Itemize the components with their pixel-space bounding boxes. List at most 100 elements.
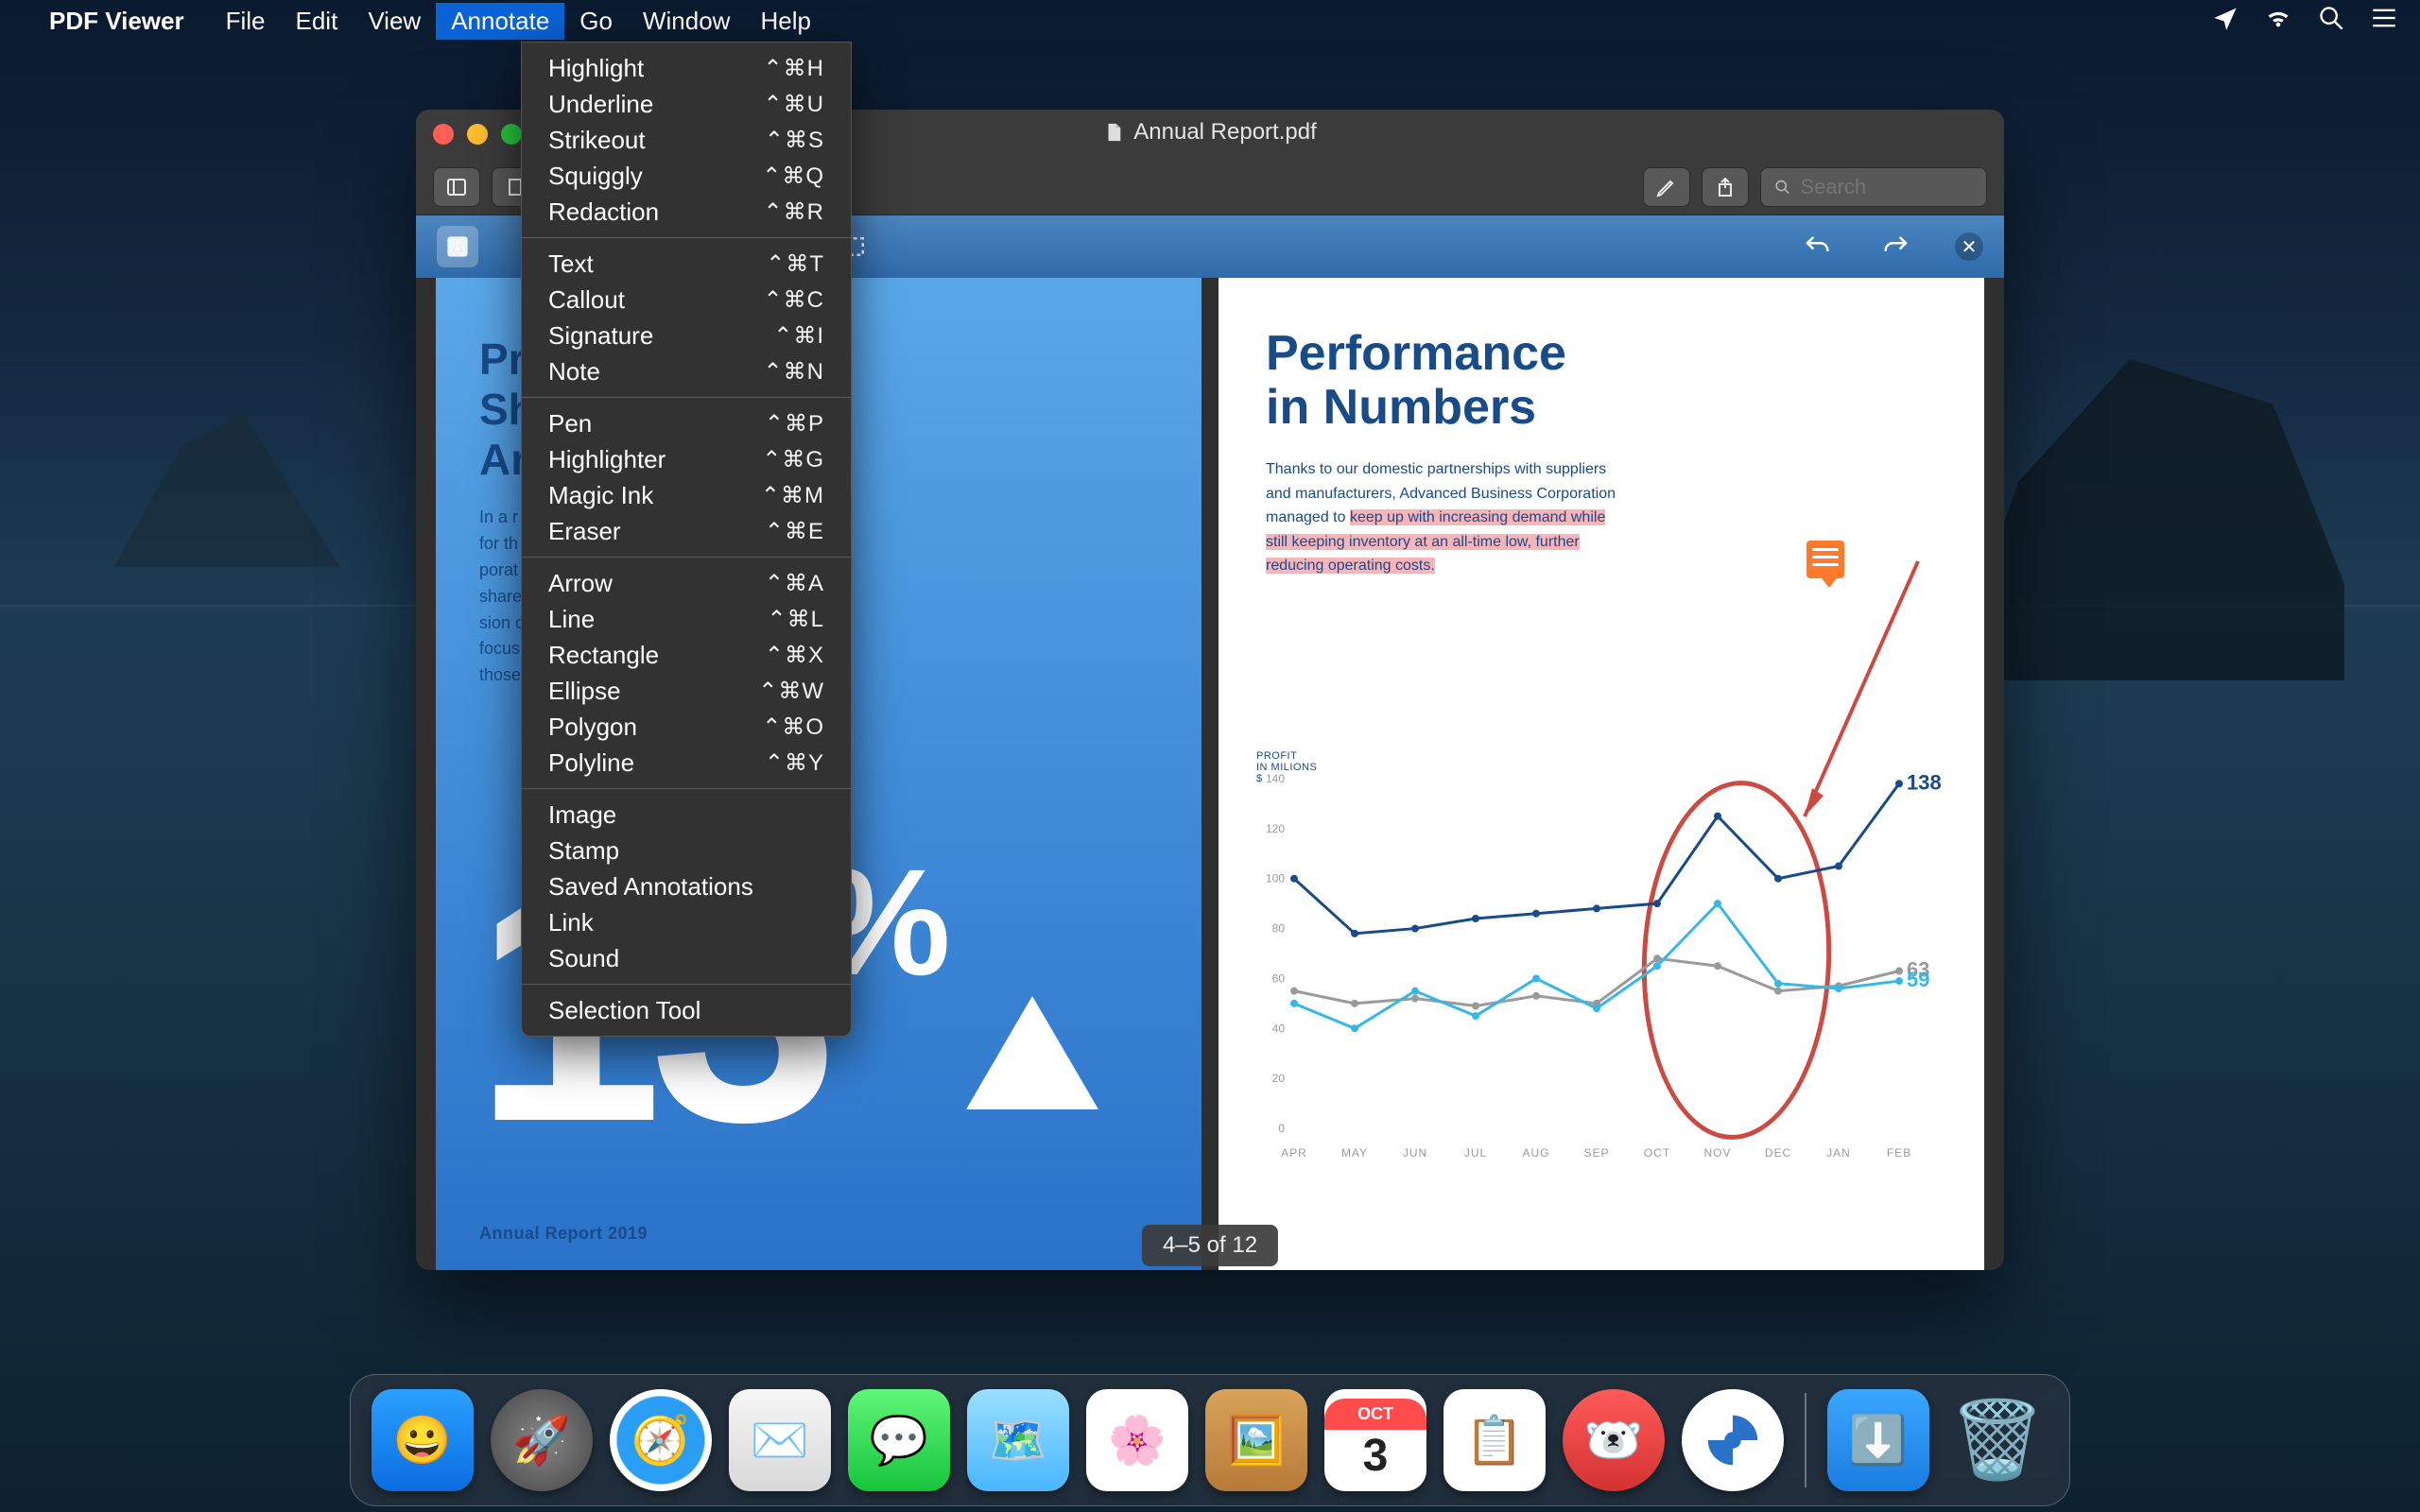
dd-item-label: Polygon bbox=[548, 713, 637, 742]
dd-item-label: Saved Annotations bbox=[548, 872, 753, 902]
dock-app-safari[interactable]: 🧭 bbox=[610, 1389, 712, 1491]
svg-text:FEB: FEB bbox=[1887, 1146, 1911, 1160]
dd-item-label: Link bbox=[548, 908, 594, 937]
redo-button[interactable] bbox=[1876, 226, 1917, 267]
dock: 😀 🚀 🧭 ✉️ 💬 🗺️ 🌸 🖼️ OCT 3 📋 🐻‍❄️ ⬇️ 🗑️ bbox=[350, 1374, 2070, 1506]
dd-item-label: Strikeout bbox=[548, 126, 646, 155]
dd-item-selection-tool[interactable]: Selection Tool bbox=[522, 992, 851, 1028]
dd-item-highlighter[interactable]: Highlighter ⌃⌘G bbox=[522, 441, 851, 477]
svg-text:JUN: JUN bbox=[1403, 1146, 1427, 1160]
search-input[interactable] bbox=[1800, 175, 1973, 199]
dock-divider bbox=[1805, 1393, 1806, 1487]
location-icon[interactable] bbox=[2212, 5, 2238, 38]
dd-item-label: Polyline bbox=[548, 748, 634, 778]
dd-item-label: Arrow bbox=[548, 569, 613, 598]
wifi-icon[interactable] bbox=[2265, 5, 2291, 38]
dd-item-arrow[interactable]: Arrow⌃⌘A bbox=[522, 565, 851, 601]
profit-chart: PROFIT IN MILIONS $ 020406080100120140AP… bbox=[1256, 750, 1956, 1166]
svg-text:DEC: DEC bbox=[1765, 1146, 1791, 1160]
dd-item-sound[interactable]: Sound bbox=[522, 940, 851, 976]
menu-view[interactable]: View bbox=[353, 3, 436, 40]
dock-app-preview[interactable]: 🖼️ bbox=[1205, 1389, 1307, 1491]
app-name[interactable]: PDF Viewer bbox=[49, 7, 184, 36]
dock-app-reminders[interactable]: 📋 bbox=[1443, 1389, 1546, 1491]
dd-item-label: Highlighter bbox=[548, 445, 666, 474]
dd-item-underline[interactable]: Underline⌃⌘U bbox=[522, 86, 851, 122]
window-title: Annual Report.pdf bbox=[1133, 119, 1316, 146]
dd-item-shortcut: ⌃⌘L bbox=[768, 606, 824, 633]
dd-item-polyline[interactable]: Polyline ⌃⌘Y bbox=[522, 745, 851, 781]
dd-item-stamp[interactable]: Stamp bbox=[522, 833, 851, 868]
dd-item-shortcut: ⌃⌘Q bbox=[762, 163, 824, 190]
dd-item-label: Rectangle bbox=[548, 641, 659, 670]
menu-file[interactable]: File bbox=[211, 3, 281, 40]
dock-app-pspdfkit[interactable] bbox=[1682, 1389, 1784, 1491]
dd-item-magic-ink[interactable]: Magic Ink⌃⌘M bbox=[522, 477, 851, 513]
dd-item-line[interactable]: Line ⌃⌘L bbox=[522, 601, 851, 637]
dock-app-finder[interactable]: 😀 bbox=[372, 1389, 474, 1491]
close-annotation-bar-button[interactable]: ✕ bbox=[1955, 232, 1983, 261]
menu-edit[interactable]: Edit bbox=[281, 3, 354, 40]
dock-app-mail[interactable]: ✉️ bbox=[729, 1389, 831, 1491]
svg-text:60: 60 bbox=[1272, 971, 1286, 985]
svg-text:JAN: JAN bbox=[1826, 1146, 1851, 1160]
dd-item-shortcut: ⌃⌘W bbox=[758, 678, 824, 705]
dock-app-bear[interactable]: 🐻‍❄️ bbox=[1563, 1389, 1665, 1491]
dd-item-note[interactable]: Note⌃⌘N bbox=[522, 353, 851, 389]
dd-item-text[interactable]: Text⌃⌘T bbox=[522, 246, 851, 282]
dd-item-image[interactable]: Image bbox=[522, 797, 851, 833]
svg-text:AUG: AUG bbox=[1522, 1146, 1549, 1160]
svg-text:JUL: JUL bbox=[1464, 1146, 1487, 1160]
dock-app-photos[interactable]: 🌸 bbox=[1086, 1389, 1188, 1491]
dd-item-label: Line bbox=[548, 605, 595, 634]
dock-app-messages[interactable]: 💬 bbox=[848, 1389, 950, 1491]
dd-item-saved-annotations[interactable]: Saved Annotations bbox=[522, 868, 851, 904]
dd-item-shortcut: ⌃⌘G bbox=[762, 446, 824, 473]
spotlight-icon[interactable] bbox=[2318, 5, 2344, 38]
dd-item-shortcut: ⌃⌘P bbox=[765, 410, 824, 438]
dock-app-maps[interactable]: 🗺️ bbox=[967, 1389, 1069, 1491]
dd-item-ellipse[interactable]: Ellipse⌃⌘W bbox=[522, 673, 851, 709]
dd-item-signature[interactable]: Signature⌃⌘I bbox=[522, 318, 851, 353]
dd-item-label: Underline bbox=[548, 90, 653, 119]
dd-item-redaction[interactable]: Redaction⌃⌘R bbox=[522, 194, 851, 230]
annotate-dropdown: Highlight⌃⌘HUnderline⌃⌘U Strikeout ⌃⌘S Squi… bbox=[521, 42, 852, 1037]
page-right: Performance in Numbers Thanks to our dom… bbox=[1219, 278, 1984, 1270]
svg-text:120: 120 bbox=[1266, 822, 1285, 835]
dock-downloads[interactable]: ⬇️ bbox=[1827, 1389, 1929, 1491]
sidebar-toggle-button[interactable] bbox=[433, 167, 480, 207]
dd-item-rectangle[interactable]: Rectangle⌃⌘X bbox=[522, 637, 851, 673]
dock-app-calendar[interactable]: OCT 3 bbox=[1324, 1389, 1426, 1491]
dd-item-shortcut: ⌃⌘Y bbox=[765, 749, 824, 777]
tool-highlight-icon[interactable]: A bbox=[437, 226, 478, 267]
menu-help[interactable]: Help bbox=[745, 3, 825, 40]
svg-text:SEP: SEP bbox=[1583, 1146, 1609, 1160]
svg-text:APR: APR bbox=[1281, 1146, 1307, 1160]
dd-item-label: Pen bbox=[548, 409, 592, 438]
share-button[interactable] bbox=[1702, 167, 1749, 207]
dd-item-strikeout[interactable]: Strikeout ⌃⌘S bbox=[522, 122, 851, 158]
menu-window[interactable]: Window bbox=[628, 3, 745, 40]
undo-button[interactable] bbox=[1796, 226, 1838, 267]
menubar: PDF Viewer File Edit View Annotate Go Wi… bbox=[0, 0, 2420, 42]
right-title: Performance in Numbers bbox=[1266, 327, 1566, 435]
dd-item-pen[interactable]: Pen ⌃⌘P bbox=[522, 405, 851, 441]
dd-item-polygon[interactable]: Polygon⌃⌘O bbox=[522, 709, 851, 745]
dock-app-launchpad[interactable]: 🚀 bbox=[491, 1389, 593, 1491]
dd-item-highlight[interactable]: Highlight⌃⌘H bbox=[522, 50, 851, 86]
dd-item-callout[interactable]: Callout⌃⌘C bbox=[522, 282, 851, 318]
svg-text:A: A bbox=[452, 237, 463, 256]
dd-item-shortcut: ⌃⌘S bbox=[765, 127, 824, 154]
search-field[interactable] bbox=[1760, 167, 1987, 207]
svg-text:40: 40 bbox=[1272, 1022, 1286, 1035]
dd-item-eraser[interactable]: Eraser⌃⌘E bbox=[522, 513, 851, 549]
annotate-toggle-button[interactable] bbox=[1643, 167, 1690, 207]
menu-go[interactable]: Go bbox=[564, 3, 628, 40]
dd-item-link[interactable]: Link bbox=[522, 904, 851, 940]
control-center-icon[interactable] bbox=[2371, 5, 2397, 38]
dock-trash[interactable]: 🗑️ bbox=[1946, 1389, 2048, 1491]
menu-annotate[interactable]: Annotate bbox=[436, 3, 564, 40]
dd-item-squiggly[interactable]: Squiggly ⌃⌘Q bbox=[522, 158, 851, 194]
dd-item-shortcut: ⌃⌘H bbox=[764, 55, 824, 82]
dd-item-label: Squiggly bbox=[548, 162, 643, 191]
